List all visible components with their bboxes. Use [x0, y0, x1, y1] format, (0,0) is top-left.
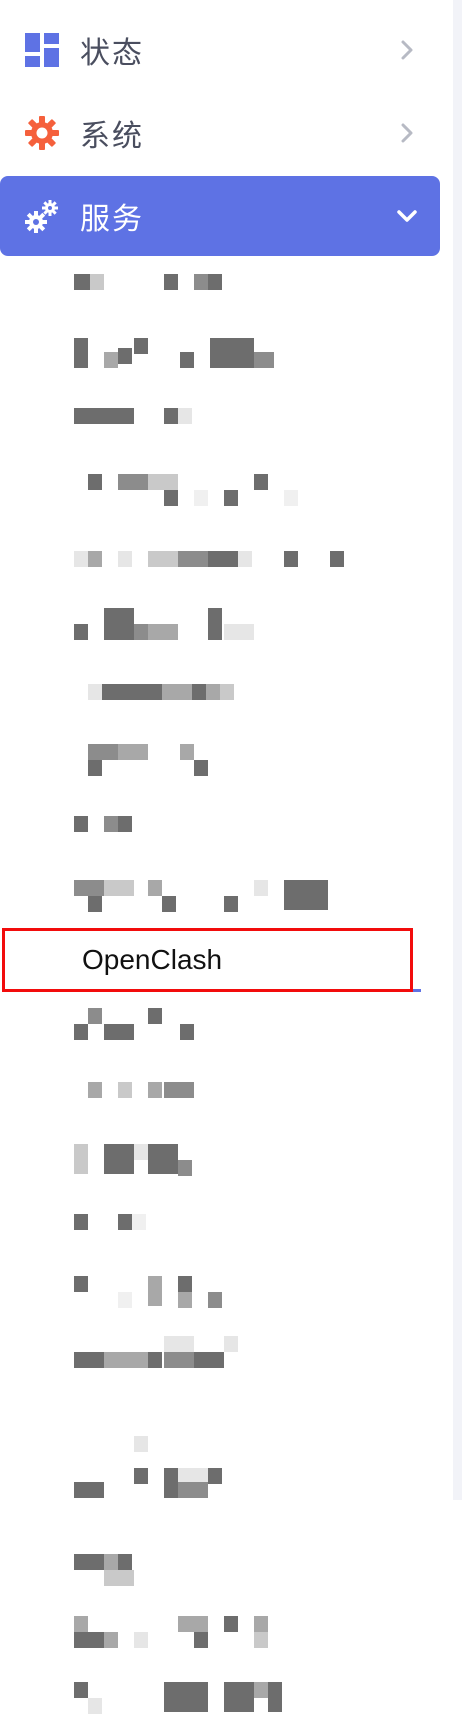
submenu-item-redacted[interactable] [74, 1616, 374, 1656]
submenu-item-redacted[interactable] [74, 1436, 374, 1498]
submenu-item-redacted[interactable] [74, 274, 374, 314]
submenu-item-openclash[interactable]: OpenClash [2, 928, 413, 992]
submenu-item-redacted[interactable] [74, 744, 374, 784]
submenu-item-redacted[interactable] [74, 1276, 374, 1316]
submenu-item-redacted[interactable] [74, 1008, 374, 1048]
active-indicator [413, 989, 421, 992]
submenu-item-redacted[interactable] [74, 608, 374, 648]
chevron-right-icon [396, 122, 418, 144]
nav-label-system: 系统 [80, 120, 144, 153]
submenu-item-redacted[interactable] [74, 1214, 374, 1254]
submenu-item-redacted[interactable] [74, 1144, 374, 1184]
submenu-item-redacted[interactable] [74, 338, 374, 378]
chevron-right-icon [396, 39, 418, 61]
submenu-label-openclash: OpenClash [82, 944, 223, 975]
nav-item-status[interactable]: 状态 [0, 10, 440, 90]
submenu-item-redacted[interactable] [74, 684, 374, 724]
submenu-item-redacted[interactable] [74, 474, 374, 514]
nav-label-services: 服务 [80, 203, 144, 236]
nav-label-status: 状态 [80, 37, 144, 70]
submenu-item-redacted[interactable] [74, 551, 374, 591]
chevron-down-icon [396, 205, 418, 227]
nav-item-system[interactable]: 系统 [0, 93, 440, 173]
submenu-item-redacted[interactable] [74, 880, 374, 920]
dashboard-icon [24, 32, 60, 68]
scrollbar-track[interactable] [453, 0, 462, 1500]
submenu-item-redacted[interactable] [74, 1554, 374, 1594]
gear-icon [24, 115, 60, 151]
sidebar: 状态 系统 服务 OpenClash [0, 0, 462, 1736]
submenu-item-redacted[interactable] [74, 1336, 374, 1376]
nav-item-services[interactable]: 服务 [0, 176, 440, 256]
submenu-item-redacted[interactable] [74, 1682, 374, 1722]
submenu-item-redacted[interactable] [74, 816, 374, 856]
submenu-item-redacted[interactable] [74, 1082, 374, 1122]
submenu-item-redacted[interactable] [74, 408, 374, 448]
gears-icon [24, 198, 60, 234]
